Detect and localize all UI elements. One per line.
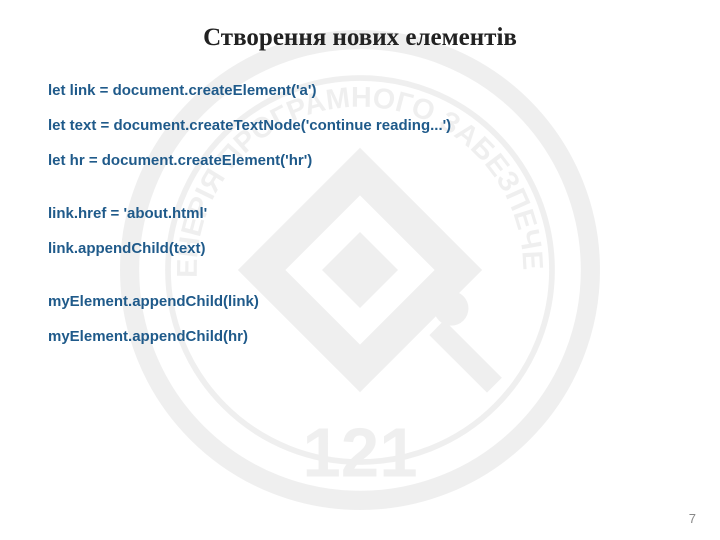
slide-title: Створення нових елементів bbox=[40, 24, 680, 52]
code-gap bbox=[48, 273, 680, 291]
code-line: let link = document.createElement('a') bbox=[48, 80, 680, 101]
code-line: link.appendChild(text) bbox=[48, 238, 680, 259]
code-line: link.href = 'about.html' bbox=[48, 203, 680, 224]
code-line: let hr = document.createElement('hr') bbox=[48, 150, 680, 171]
code-line: myElement.appendChild(link) bbox=[48, 291, 680, 312]
page-number: 7 bbox=[689, 511, 696, 526]
code-gap bbox=[48, 185, 680, 203]
slide-container: Створення нових елементів let link = doc… bbox=[0, 0, 720, 540]
code-line: let text = document.createTextNode('cont… bbox=[48, 115, 680, 136]
code-line: myElement.appendChild(hr) bbox=[48, 326, 680, 347]
code-block: let link = document.createElement('a') l… bbox=[40, 80, 680, 347]
